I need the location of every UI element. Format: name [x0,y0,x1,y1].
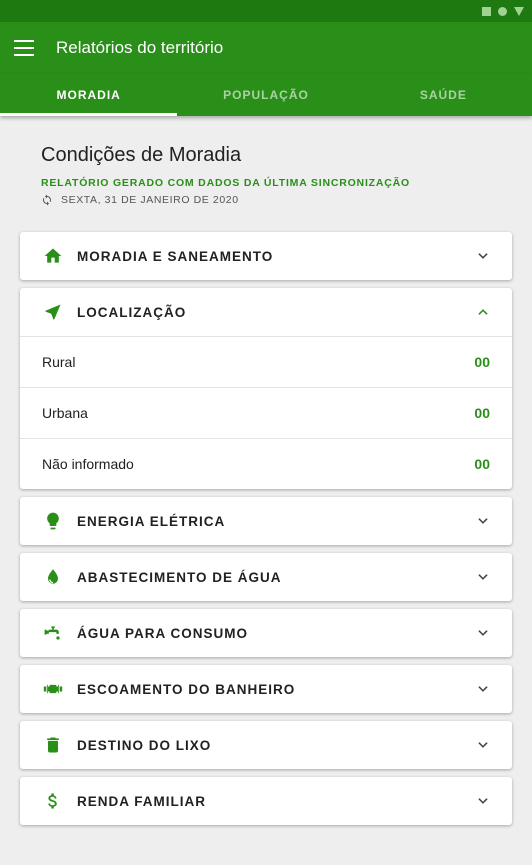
section-header-energia-eletrica[interactable]: ENERGIA ELÉTRICA [20,497,512,545]
tab-saude[interactable]: SAÚDE [355,74,532,116]
section-header-escoamento-banheiro[interactable]: ESCOAMENTO DO BANHEIRO [20,665,512,713]
chevron-down-icon[interactable] [476,249,490,263]
section-list: MORADIA E SANEAMENTO LOCALIZAÇÃO Rural 0… [20,232,512,825]
section-header-abastecimento-agua[interactable]: ABASTECIMENTO DE ÁGUA [20,553,512,601]
report-subtitle: RELATÓRIO GERADO COM DADOS DA ÚLTIMA SIN… [41,177,410,189]
water-drop-icon [42,566,64,588]
page-heading: Condições de Moradia RELATÓRIO GERADO CO… [20,116,512,206]
section-title: ÁGUA PARA CONSUMO [77,625,248,641]
chevron-down-icon[interactable] [476,738,490,752]
app-title: Relatórios do território [56,38,224,57]
tab-populacao[interactable]: POPULAÇÃO [177,74,354,116]
page-title: Condições de Moradia [41,144,242,166]
lightbulb-icon [42,510,64,532]
wifi-icon [498,6,507,16]
chevron-down-icon[interactable] [476,514,490,528]
section-header-localizacao[interactable]: LOCALIZAÇÃO [20,288,512,336]
chevron-up-icon[interactable] [476,305,490,319]
signal-icon [482,6,491,16]
sync-icon [43,194,51,206]
row-label: Rural [42,354,76,370]
list-item: Não informado 00 [20,438,512,489]
sync-date: SEXTA, 31 DE JANEIRO DE 2020 [61,194,239,206]
faucet-icon [42,622,64,644]
section-title: DESTINO DO LIXO [77,737,212,753]
chevron-down-icon[interactable] [476,626,490,640]
app-bar: Relatórios do território [0,22,532,74]
section-abastecimento-agua: ABASTECIMENTO DE ÁGUA [20,553,512,601]
section-agua-consumo: ÁGUA PARA CONSUMO [20,609,512,657]
row-value: 00 [474,456,490,472]
row-label: Não informado [42,456,134,472]
row-value: 00 [474,405,490,421]
section-header-agua-consumo[interactable]: ÁGUA PARA CONSUMO [20,609,512,657]
chevron-down-icon[interactable] [476,570,490,584]
main-content: Condições de Moradia RELATÓRIO GERADO CO… [0,116,532,825]
section-escoamento-banheiro: ESCOAMENTO DO BANHEIRO [20,665,512,713]
battery-icon [514,6,524,16]
chevron-down-icon[interactable] [476,682,490,696]
section-title: ABASTECIMENTO DE ÁGUA [77,569,282,585]
row-label: Urbana [42,405,88,421]
section-energia-eletrica: ENERGIA ELÉTRICA [20,497,512,545]
home-icon [42,245,64,267]
section-localizacao: LOCALIZAÇÃO Rural 00 Urbana 00 Não infor… [20,288,512,489]
section-title: MORADIA E SANEAMENTO [77,248,274,264]
status-bar [0,0,532,22]
tab-bar: MORADIA POPULAÇÃO SAÚDE [0,74,532,116]
section-title: RENDA FAMILIAR [77,793,206,809]
row-value: 00 [474,354,490,370]
section-renda-familiar: RENDA FAMILIAR [20,777,512,825]
list-item: Urbana 00 [20,387,512,438]
section-title: ESCOAMENTO DO BANHEIRO [77,681,296,697]
sync-date-line: SEXTA, 31 DE JANEIRO DE 2020 [41,194,512,206]
section-title: LOCALIZAÇÃO [77,304,187,320]
dollar-icon [42,790,64,812]
list-item: Rural 00 [20,336,512,387]
section-header-renda-familiar[interactable]: RENDA FAMILIAR [20,777,512,825]
menu-icon[interactable] [14,40,34,56]
section-title: ENERGIA ELÉTRICA [77,513,226,529]
section-moradia-saneamento: MORADIA E SANEAMENTO [20,232,512,280]
chevron-down-icon[interactable] [476,794,490,808]
plumbing-icon [42,678,64,700]
section-header-moradia-saneamento[interactable]: MORADIA E SANEAMENTO [20,232,512,280]
tab-moradia[interactable]: MORADIA [0,74,178,116]
section-header-destino-lixo[interactable]: DESTINO DO LIXO [20,721,512,769]
section-destino-lixo: DESTINO DO LIXO [20,721,512,769]
trash-icon [42,734,64,756]
navigation-icon [42,301,64,323]
